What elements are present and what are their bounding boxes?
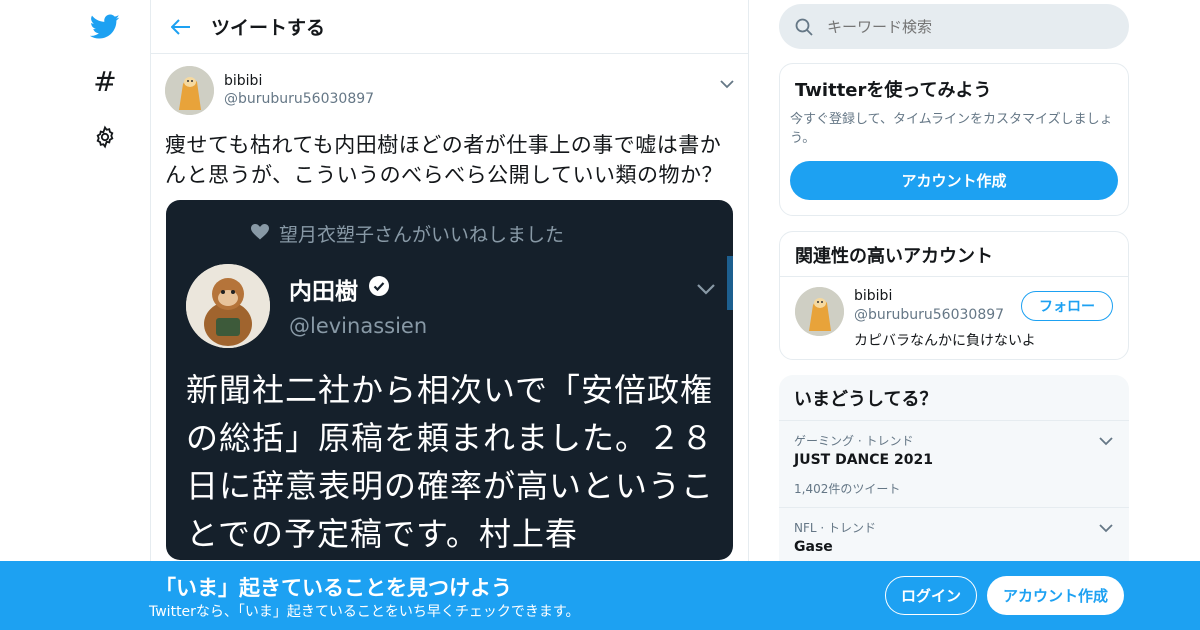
embedded-handle: @levinassien xyxy=(289,314,428,338)
avatar[interactable] xyxy=(165,65,214,115)
trends-card-title: いまどうしてる？ xyxy=(794,389,938,410)
verified-badge-icon xyxy=(368,275,390,303)
banner-subtitle: Twitterなら、「いま」起きていることをいち早くチェックできます。 xyxy=(149,604,580,620)
author-handle[interactable]: @buruburu56030897 xyxy=(224,91,374,107)
gear-icon[interactable] xyxy=(88,120,122,154)
banner-create-account-button[interactable]: アカウント作成 xyxy=(987,576,1124,615)
trend-meta: ゲーミング · トレンド xyxy=(794,434,914,448)
related-account-bio: カピバラなんかに負けないよ xyxy=(854,333,1036,349)
search-input[interactable] xyxy=(827,17,1107,36)
back-arrow-icon[interactable] xyxy=(151,0,211,54)
related-account-name[interactable]: bibibi xyxy=(854,288,892,304)
signup-card: Twitterを使ってみよう 今すぐ登録して、タイムラインをカスタマイズしましょ… xyxy=(779,63,1129,216)
trend-count: 1,402件のツイート xyxy=(794,482,901,496)
search-box[interactable] xyxy=(779,4,1129,49)
heart-icon xyxy=(251,223,269,245)
embedded-body-text: 新聞社二社から相次いで「安倍政権の総括」原稿を頼まれました。２８日に辞意表明の確… xyxy=(186,371,715,553)
page: # ツイートする bibibi @buruburu56030897 痩せても枯れ… xyxy=(0,0,1200,630)
chevron-down-icon[interactable] xyxy=(1099,518,1113,537)
tweet-author[interactable]: bibibi @buruburu56030897 xyxy=(165,64,732,116)
related-card-header: 関連性の高いアカウント xyxy=(780,232,1128,277)
liked-notice: 望月衣塑子さんがいいねしました xyxy=(251,220,564,247)
create-account-button[interactable]: アカウント作成 xyxy=(790,161,1118,200)
author-name[interactable]: bibibi xyxy=(224,73,374,89)
avatar[interactable] xyxy=(795,287,844,336)
signup-banner: 「いま」起きていることを見つけよう Twitterなら、「いま」起きていることを… xyxy=(0,561,1200,630)
banner-title: 「いま」起きていることを見つけよう xyxy=(155,576,512,600)
chevron-down-icon[interactable] xyxy=(1099,431,1113,450)
tweet: bibibi @buruburu56030897 痩せても枯れても内田樹ほどの者… xyxy=(151,54,748,560)
related-card-title: 関連性の高いアカウント xyxy=(795,246,993,267)
tweet-text: 痩せても枯れても内田樹ほどの者が仕事上の事で嘘は書かんと思うが、こういうのべらべ… xyxy=(165,133,723,187)
embedded-scrollbar xyxy=(727,256,733,310)
login-button[interactable]: ログイン xyxy=(885,576,977,615)
main-header: ツイートする xyxy=(151,0,748,54)
trend-meta: NFL · トレンド xyxy=(794,521,877,535)
chevron-down-icon[interactable] xyxy=(720,74,734,93)
search-icon xyxy=(795,18,813,36)
embedded-name-text: 内田樹 xyxy=(289,279,358,305)
left-nav: # xyxy=(0,0,150,630)
signup-card-description: 今すぐ登録して、タイムラインをカスタマイズしましょう。 xyxy=(790,112,1113,146)
embedded-avatar xyxy=(186,264,270,348)
trends-card-header: いまどうしてる？ xyxy=(779,375,1129,421)
hashtag-icon[interactable]: # xyxy=(88,64,122,98)
embedded-name: 内田樹 xyxy=(289,272,390,306)
follow-button[interactable]: フォロー xyxy=(1021,291,1113,321)
main-column: ツイートする bibibi @buruburu56030897 痩せても枯れても… xyxy=(150,0,749,630)
tweet-image[interactable]: 望月衣塑子さんがいいねしました 内田樹 @levinassien 新聞社二社から… xyxy=(166,200,733,560)
trend-item[interactable]: ゲーミング · トレンド JUST DANCE 2021 1,402件のツイート xyxy=(779,421,1129,508)
chevron-down-icon xyxy=(697,280,715,299)
trend-name[interactable]: JUST DANCE 2021 xyxy=(794,452,933,468)
trend-name[interactable]: Gase xyxy=(794,539,833,555)
related-account-handle[interactable]: @buruburu56030897 xyxy=(854,307,1004,323)
page-title: ツイートする xyxy=(211,17,326,39)
liked-text: 望月衣塑子さんがいいねしました xyxy=(279,224,565,246)
related-accounts-card: 関連性の高いアカウント bibibi @buruburu56030897 カピバ… xyxy=(779,231,1129,360)
twitter-bird-icon[interactable] xyxy=(88,10,122,44)
signup-card-title: Twitterを使ってみよう xyxy=(795,80,992,101)
